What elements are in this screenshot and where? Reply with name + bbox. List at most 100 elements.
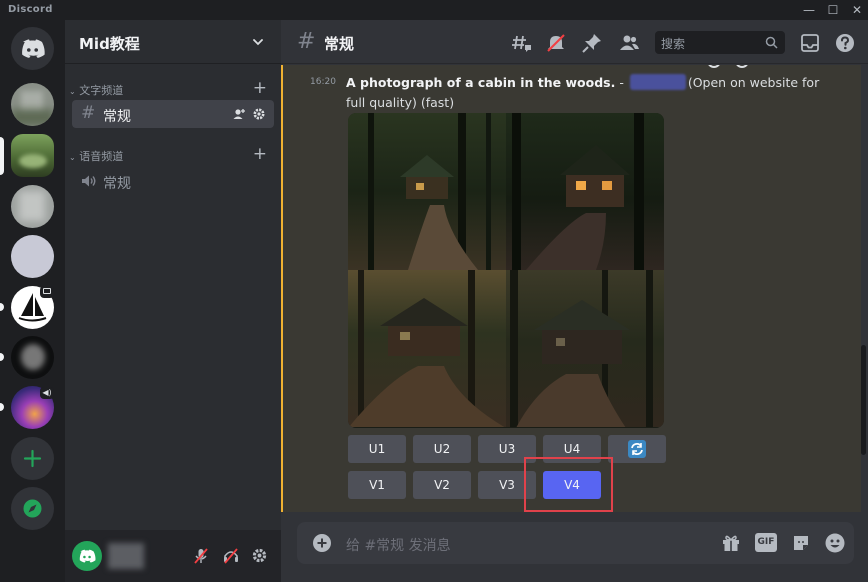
voice-badge-icon: ◀): [40, 387, 54, 399]
emoji-icon[interactable]: [824, 532, 846, 554]
refresh-icon[interactable]: [735, 65, 749, 68]
main-panel: # 常规 搜索 16:20 A photograph of a cabin in…: [281, 20, 868, 582]
upscale-2-button[interactable]: U2: [413, 435, 471, 463]
upscale-1-button[interactable]: U1: [348, 435, 406, 463]
discord-window: Discord — ☐ ✕ ◀) Mid教程 ⌄ 文字频道 + # 常规 ⌄ 语…: [0, 0, 868, 582]
image-tile-1[interactable]: [348, 113, 506, 270]
plus-icon: [23, 449, 42, 468]
category-label: 语音频道: [79, 150, 124, 163]
message-composer[interactable]: 给 #常规 发消息 GIF: [297, 522, 854, 564]
notification-muted-icon[interactable]: [545, 32, 567, 54]
member-list-icon[interactable]: [618, 32, 640, 54]
caret-down-icon: ⌄: [69, 153, 76, 162]
add-attachment-icon[interactable]: [312, 533, 332, 553]
image-tile-3[interactable]: [348, 270, 506, 427]
message-input-placeholder: 给 #常规 发消息: [346, 538, 451, 554]
reply-icon[interactable]: ↶: [763, 65, 772, 66]
category-label: 文字频道: [79, 84, 124, 97]
user-panel: [65, 530, 281, 582]
explore-servers-button[interactable]: [11, 487, 54, 530]
app-name: Discord: [8, 4, 53, 15]
channel-item-voice-general[interactable]: 常规: [72, 167, 274, 195]
search-placeholder: 搜索: [661, 37, 686, 51]
compass-icon: [23, 499, 42, 518]
category-text-channels[interactable]: ⌄ 文字频道: [69, 82, 123, 98]
message-content: A photograph of a cabin in the woods. - …: [346, 73, 826, 113]
gif-label: GIF: [757, 537, 775, 547]
cabin-image: [348, 270, 505, 427]
caret-down-icon: ⌄: [69, 87, 76, 96]
add-server-button[interactable]: [11, 437, 54, 480]
maximize-icon[interactable]: ☐: [824, 2, 842, 18]
server-rail: ◀): [0, 20, 65, 582]
channel-sidebar: Mid教程 ⌄ 文字频道 + # 常规 ⌄ 语音频道 + 常规: [65, 20, 281, 582]
discord-logo-icon: [22, 39, 45, 58]
image-grid[interactable]: [348, 113, 664, 428]
minimize-icon[interactable]: —: [800, 2, 818, 18]
selected-server-pill: [0, 137, 4, 175]
gif-picker-button[interactable]: GIF: [755, 533, 777, 552]
home-button[interactable]: [11, 27, 54, 70]
channel-label: 常规: [103, 109, 131, 125]
close-icon[interactable]: ✕: [848, 2, 866, 18]
image-tile-4[interactable]: [506, 270, 664, 427]
threads-icon[interactable]: [511, 32, 533, 54]
unread-dot: [0, 303, 4, 311]
search-icon: [765, 36, 778, 49]
server-icon-3[interactable]: [11, 185, 54, 228]
headphones-muted-icon[interactable]: [222, 547, 240, 565]
gift-icon[interactable]: [721, 533, 741, 553]
channel-item-general[interactable]: # 常规: [72, 100, 274, 128]
discord-logo-icon: [79, 549, 96, 563]
invite-member-icon[interactable]: [232, 107, 246, 121]
redacted-mention[interactable]: [629, 74, 686, 90]
title-bar: Discord — ☐ ✕: [0, 0, 868, 20]
speaker-icon: [82, 175, 96, 187]
reroll-icon: [628, 440, 646, 458]
unread-dot: [0, 353, 4, 361]
message-row-mention: 16:20 ↶ A photograph of a cabin in the w…: [281, 65, 861, 512]
unread-dot: [0, 403, 4, 411]
pin-icon[interactable]: [581, 32, 603, 54]
variation-1-button[interactable]: V1: [348, 471, 406, 499]
search-input[interactable]: 搜索: [655, 31, 785, 54]
reaction-icon[interactable]: [707, 65, 721, 68]
mic-muted-icon[interactable]: [192, 547, 210, 565]
reroll-button[interactable]: [608, 435, 666, 463]
guild-name: Mid教程: [79, 35, 140, 53]
help-icon[interactable]: [834, 32, 856, 54]
message-timestamp: 16:20: [310, 77, 336, 87]
highlight-box: [524, 457, 613, 512]
sticker-icon[interactable]: [791, 533, 811, 553]
server-icon-2[interactable]: [11, 134, 54, 177]
message-actions-toolbar: ↶: [701, 65, 821, 73]
variation-2-button[interactable]: V2: [413, 471, 471, 499]
hashtag-icon: #: [297, 29, 316, 54]
avatar[interactable]: [72, 541, 102, 571]
category-voice-channels[interactable]: ⌄ 语音频道: [69, 148, 123, 164]
chevron-down-icon[interactable]: [252, 36, 264, 48]
separator-text: -: [615, 75, 628, 90]
add-channel-icon[interactable]: +: [253, 146, 267, 163]
image-tile-2[interactable]: [506, 113, 664, 270]
cabin-image: [510, 270, 653, 427]
server-icon-6[interactable]: [11, 336, 54, 379]
server-icon-1[interactable]: [11, 83, 54, 126]
cabin-image: [512, 113, 644, 270]
server-icon-4[interactable]: [11, 235, 54, 278]
screen-share-badge-icon: [40, 286, 54, 298]
channel-header: # 常规 搜索: [281, 20, 868, 64]
guild-header[interactable]: Mid教程: [65, 20, 281, 64]
message-list: 16:20 ↶ A photograph of a cabin in the w…: [281, 65, 868, 512]
hashtag-icon: #: [81, 103, 96, 123]
prompt-text: A photograph of a cabin in the woods.: [346, 75, 616, 90]
inbox-icon[interactable]: [799, 32, 821, 54]
user-settings-icon[interactable]: [251, 547, 268, 564]
gear-icon[interactable]: [252, 107, 266, 121]
cabin-image: [368, 113, 491, 270]
redacted-username: [108, 543, 144, 569]
channel-title: 常规: [324, 35, 355, 53]
add-channel-icon[interactable]: +: [253, 80, 267, 97]
channel-label: 常规: [103, 176, 131, 192]
scrollbar[interactable]: [861, 345, 866, 455]
